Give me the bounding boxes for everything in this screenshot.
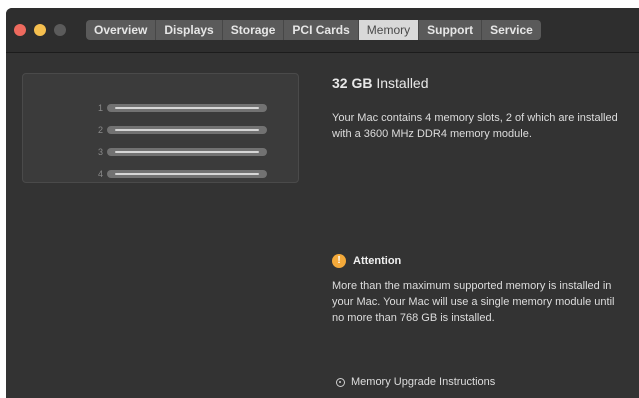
slot-number: 4: [97, 169, 103, 179]
tab-pci-cards[interactable]: PCI Cards: [284, 20, 359, 40]
tab-displays[interactable]: Displays: [156, 20, 223, 40]
close-icon[interactable]: [14, 24, 26, 36]
minimize-icon[interactable]: [34, 24, 46, 36]
tab-storage[interactable]: Storage: [223, 20, 285, 40]
slot-number: 3: [97, 147, 103, 157]
memory-upgrade-link[interactable]: Memory Upgrade Instructions: [336, 376, 495, 388]
tab-bar: Overview Displays Storage PCI Cards Memo…: [86, 20, 541, 40]
installed-amount: 32 GB: [332, 75, 373, 91]
memory-module: [107, 170, 267, 178]
titlebar: Overview Displays Storage PCI Cards Memo…: [6, 8, 639, 53]
memory-slot: 4: [23, 167, 300, 181]
installed-label: Installed: [376, 75, 429, 91]
slot-number: 1: [97, 103, 103, 113]
memory-module: [107, 126, 267, 134]
zoom-icon[interactable]: [54, 24, 66, 36]
tab-service[interactable]: Service: [482, 20, 541, 40]
memory-upgrade-label: Memory Upgrade Instructions: [351, 376, 496, 388]
warning-icon: !: [332, 254, 346, 268]
memory-module: [107, 104, 267, 112]
memory-slot: 1: [23, 101, 300, 115]
help-ring-icon: [336, 377, 345, 387]
memory-module: [107, 148, 267, 156]
installed-heading: 32 GB Installed: [332, 75, 429, 91]
memory-slot: 3: [23, 145, 300, 159]
window: Overview Displays Storage PCI Cards Memo…: [6, 8, 639, 398]
tab-support[interactable]: Support: [419, 20, 483, 40]
attention-heading: ! Attention: [332, 254, 401, 268]
tab-overview[interactable]: Overview: [86, 20, 157, 40]
tab-memory[interactable]: Memory: [358, 20, 420, 40]
attention-title: Attention: [353, 255, 402, 267]
slot-number: 2: [97, 125, 103, 135]
memory-slots-panel: 1 2 3 4: [22, 73, 299, 183]
memory-slot: 2: [23, 123, 300, 137]
memory-description: Your Mac contains 4 memory slots, 2 of w…: [332, 112, 618, 140]
attention-text: More than the maximum supported memory i…: [332, 280, 615, 324]
